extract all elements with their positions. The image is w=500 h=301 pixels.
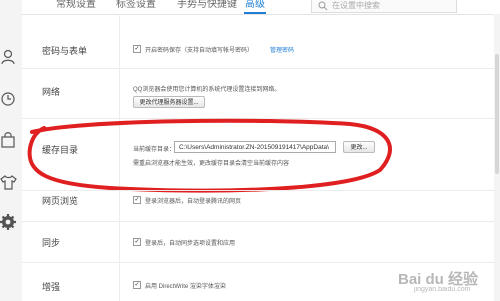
- sync-checkbox[interactable]: ✓: [133, 238, 141, 246]
- tab-tabs[interactable]: 标签设置: [116, 0, 156, 10]
- directwrite-checkbox[interactable]: ✓: [133, 281, 141, 289]
- section-label-password: 密码与表单: [42, 46, 88, 56]
- password-save-label: 开启密码保存（支持自动填写帐号密码）: [145, 48, 254, 54]
- user-icon[interactable]: [0, 48, 18, 66]
- shirt-icon[interactable]: [0, 173, 18, 191]
- section-label-browse: 网页浏览: [42, 196, 79, 206]
- tab-general[interactable]: 常规设置: [56, 0, 96, 10]
- annotation-ellipse: [27, 118, 392, 193]
- search-input[interactable]: 在设置中搜索: [311, 0, 457, 13]
- gear-icon[interactable]: [0, 213, 18, 231]
- search-icon: [318, 1, 328, 11]
- tab-gestures[interactable]: 手势与快捷键: [177, 0, 237, 10]
- sync-label: 登录后，自动同步选项设置和应用: [145, 241, 236, 247]
- directwrite-label: 启用 DirectWrite 渲染字体渲染: [145, 284, 226, 290]
- password-save-checkbox[interactable]: ✓: [133, 45, 141, 53]
- section-label-enhance: 增强: [42, 282, 61, 292]
- sidebar: [0, 0, 22, 301]
- network-description: QQ浏览器会使用您计算机的系统代理设置连接到网络。: [133, 87, 281, 93]
- watermark-url: jingyan.baidu.com: [414, 286, 471, 293]
- section-label-network: 网络: [42, 87, 61, 97]
- search-placeholder: 在设置中搜索: [332, 1, 380, 10]
- history-icon[interactable]: [0, 90, 18, 108]
- active-tab-indicator: [244, 12, 266, 14]
- browse-login-checkbox[interactable]: ✓: [133, 196, 141, 204]
- change-proxy-button[interactable]: 更改代理服务器设置...: [133, 96, 205, 108]
- manage-password-link[interactable]: 管理密码: [270, 45, 294, 54]
- scrollbar-thumb[interactable]: [495, 54, 499, 174]
- browse-login-label: 登录浏览器后，自动登录腾讯的网页: [145, 199, 242, 205]
- tab-advanced[interactable]: 高级: [245, 0, 265, 10]
- scrollbar[interactable]: [494, 14, 500, 301]
- bag-icon[interactable]: [0, 131, 18, 149]
- section-label-sync: 同步: [42, 238, 61, 248]
